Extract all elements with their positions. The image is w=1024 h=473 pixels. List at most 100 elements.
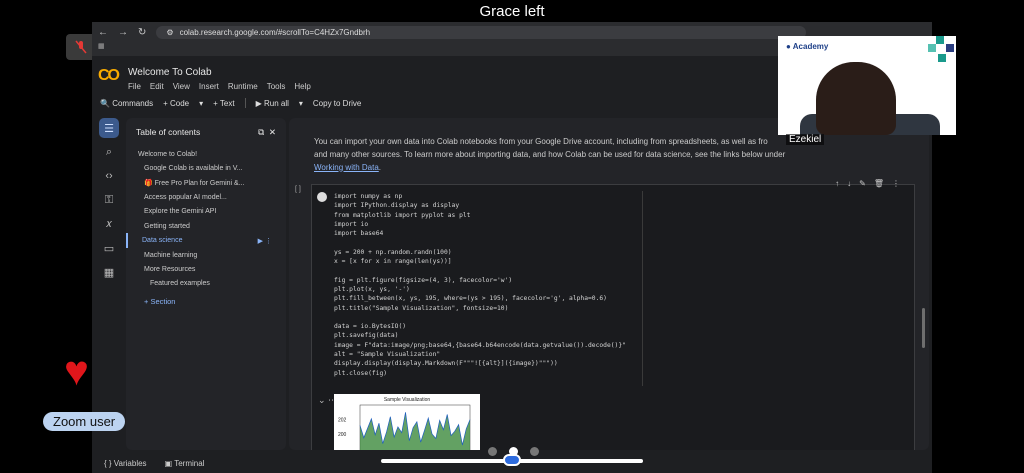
- toc-item[interactable]: Explore the Gemini API: [126, 205, 286, 219]
- search-icon: 🔍: [100, 98, 110, 108]
- code-line: image = F"data:image/png;base64,{base64.…: [334, 341, 626, 349]
- add-text-button[interactable]: + Text: [213, 99, 234, 108]
- code-line: data = io.BytesIO(): [334, 323, 407, 331]
- code-cell[interactable]: ↑ ↓ ✎ 🗑 ⋮ import numpy as np import IPyth…: [311, 179, 916, 450]
- code-snippets-icon[interactable]: ‹›: [99, 166, 119, 186]
- move-up-icon[interactable]: ↑: [835, 179, 839, 188]
- add-code-button[interactable]: + Code: [163, 99, 189, 108]
- code-line: import base64: [334, 230, 384, 238]
- menu-item-view[interactable]: View: [173, 82, 190, 91]
- text-end: .: [378, 162, 381, 172]
- terminal-label: Terminal: [174, 459, 205, 468]
- close-icon[interactable]: ✕: [269, 127, 276, 137]
- menu-item-edit[interactable]: Edit: [150, 82, 164, 91]
- plot-title: Sample Visualization: [383, 397, 431, 403]
- toc-item-label: Featured examples: [150, 280, 210, 288]
- toc-item-label: Machine learning: [144, 251, 198, 259]
- variables-button[interactable]: { } Variables: [104, 459, 147, 468]
- copy-to-drive-button[interactable]: Copy to Drive: [313, 99, 361, 108]
- heart-reaction-icon: ♥: [64, 347, 89, 394]
- ruler-line: [642, 191, 643, 386]
- table-of-contents-panel: Table of contents ⧉ ✕ Welcome to Colab! G…: [126, 118, 286, 450]
- brand-label: Academy: [792, 42, 829, 51]
- page-dot[interactable]: [488, 447, 497, 456]
- run-all-label: Run all: [263, 98, 289, 108]
- code-line: display.display(display.Markdown(F"""![{…: [334, 360, 558, 368]
- forward-icon[interactable]: →: [118, 27, 128, 38]
- back-icon[interactable]: ←: [98, 27, 108, 38]
- url-field[interactable]: ⚙ colab.research.google.com/#scrollTo=C4…: [156, 25, 807, 39]
- commands-button[interactable]: 🔍 Commands: [100, 99, 153, 108]
- code-line: plt.title("Sample Visualization", fontsi…: [334, 304, 509, 312]
- apps-grid-icon[interactable]: ▦: [98, 43, 105, 50]
- menu-item-file[interactable]: File: [128, 82, 141, 91]
- chevron-down-icon[interactable]: ▾: [299, 99, 303, 108]
- open-in-tab-icon[interactable]: ⧉: [258, 127, 264, 137]
- secrets-key-icon[interactable]: ⚿: [99, 190, 119, 210]
- toc-item-label: Explore the Gemini API: [144, 208, 217, 216]
- code-line: import IPython.display as display: [334, 202, 460, 210]
- find-replace-icon[interactable]: ⌕: [99, 142, 119, 162]
- meeting-status-text: Grace left: [479, 3, 545, 20]
- toc-item[interactable]: Welcome to Colab!: [126, 147, 286, 161]
- chevron-down-icon[interactable]: ▾: [199, 99, 203, 108]
- toolbar-divider: [244, 98, 246, 108]
- toc-item-label: Data science: [142, 236, 183, 244]
- reload-icon[interactable]: ↻: [138, 27, 146, 38]
- page-dot[interactable]: [530, 447, 539, 456]
- toc-item[interactable]: Machine learning: [126, 248, 286, 262]
- play-more-icon[interactable]: ▶ ⋮: [258, 237, 272, 245]
- move-down-icon[interactable]: ↓: [847, 179, 851, 188]
- toc-item[interactable]: More Resources: [126, 263, 286, 277]
- toc-item-label: Access popular AI model...: [144, 194, 227, 202]
- table-icon[interactable]: ▦: [99, 262, 119, 282]
- commands-label: Commands: [112, 98, 154, 108]
- scrollbar[interactable]: [922, 308, 925, 348]
- menu-item-insert[interactable]: Insert: [199, 82, 219, 91]
- code-line: import io: [334, 220, 369, 228]
- colab-logo[interactable]: CO: [98, 67, 120, 85]
- run-cell-button[interactable]: [317, 192, 327, 202]
- scrubber-knob[interactable]: [503, 454, 521, 466]
- terminal-button[interactable]: ▣ Terminal: [165, 459, 205, 468]
- variables-icon[interactable]: 𝑥: [99, 214, 119, 234]
- working-with-data-link[interactable]: Working with Data: [314, 163, 379, 172]
- output-plot: Sample Visualization 200 202: [334, 394, 480, 450]
- code-line: from matplotlib import pyplot as plt: [334, 211, 471, 219]
- code-line: plt.savefig(data): [334, 332, 399, 340]
- files-folder-icon[interactable]: ▭: [99, 238, 119, 258]
- left-rail: ☰ ⌕ ‹› ⚿ 𝑥 ▭ ▦: [92, 114, 126, 454]
- edit-icon[interactable]: ✎: [859, 179, 866, 188]
- y-tick-label: 200: [338, 432, 347, 438]
- toc-item[interactable]: Google Colab is available in V...: [126, 161, 286, 175]
- muted-mic-icon: [75, 40, 87, 54]
- y-tick-label: 202: [338, 418, 347, 424]
- code-line: import numpy as np: [334, 193, 403, 200]
- toc-item[interactable]: Featured examples: [126, 277, 286, 291]
- menu-item-tools[interactable]: Tools: [267, 82, 286, 91]
- toc-item[interactable]: Data science ▶ ⋮: [126, 233, 286, 249]
- participant-video[interactable]: ● Academy: [778, 36, 956, 135]
- code-line: plt.close(fig): [334, 369, 388, 377]
- toc-item[interactable]: Access popular AI model...: [126, 191, 286, 205]
- toc-icon[interactable]: ☰: [99, 118, 119, 138]
- more-icon[interactable]: ⋮: [892, 179, 900, 188]
- code-editor[interactable]: import numpy as np import IPython.display…: [334, 192, 626, 378]
- academy-brand: ● Academy: [786, 42, 829, 51]
- add-section-button[interactable]: + Section: [126, 291, 286, 312]
- toc-item[interactable]: Getting started: [126, 219, 286, 233]
- toc-item[interactable]: 🎁 Free Pro Plan for Gemini &...: [126, 175, 286, 190]
- participant-avatar: [816, 62, 896, 135]
- cell-output: ⌄ ⋯ Sample Visualization 200 202: [312, 391, 916, 450]
- code-line: alt = "Sample Visualization": [334, 351, 441, 359]
- run-all-button[interactable]: ▶ Run all: [256, 99, 289, 108]
- menu-item-runtime[interactable]: Runtime: [228, 82, 258, 91]
- delete-icon[interactable]: 🗑: [874, 179, 884, 188]
- toc-item-label: 🎁 Free Pro Plan for Gemini &...: [144, 179, 245, 187]
- url-text: colab.research.google.com/#scrollTo=C4HZ…: [179, 27, 371, 37]
- site-info-icon[interactable]: ⚙: [166, 28, 173, 37]
- toolbar: 🔍 Commands + Code ▾ + Text ▶ Run all ▾ C…: [100, 98, 361, 108]
- menu-item-help[interactable]: Help: [294, 82, 310, 91]
- notebook-title[interactable]: Welcome To Colab: [128, 67, 212, 78]
